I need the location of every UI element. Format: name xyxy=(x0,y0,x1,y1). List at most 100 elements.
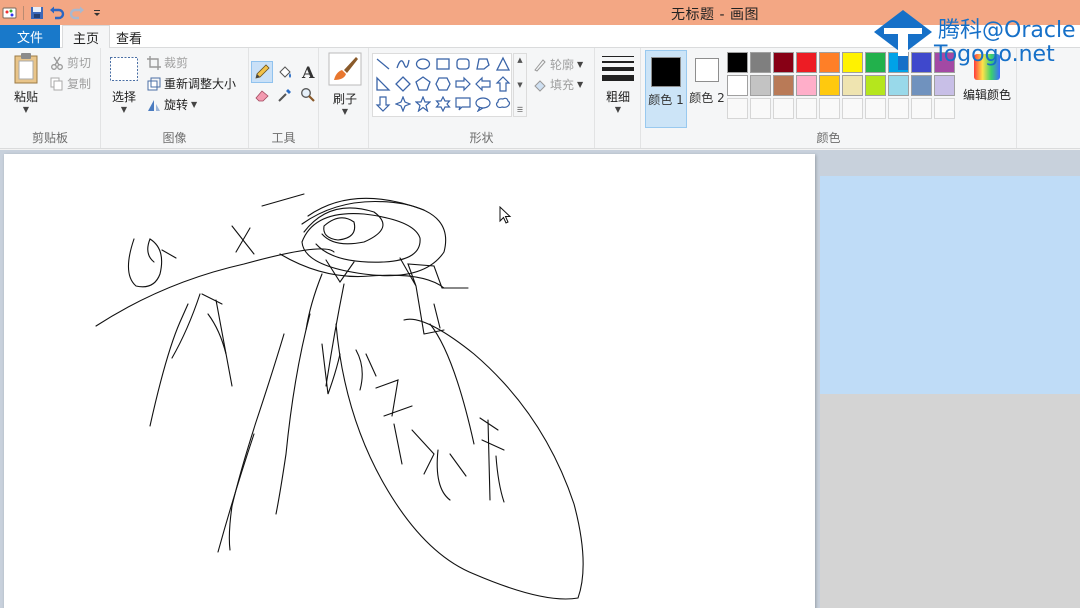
color2-button[interactable]: 颜色 2 xyxy=(686,50,728,106)
color1-button[interactable]: 颜色 1 xyxy=(645,50,687,128)
diamond-shape-icon[interactable] xyxy=(393,74,413,94)
brushes-group: 刷子 ▼ xyxy=(319,48,369,148)
palette-swatch[interactable] xyxy=(750,75,771,96)
palette-swatch[interactable] xyxy=(750,98,771,119)
edit-colors-label: 编辑颜色 xyxy=(962,88,1011,102)
tab-home[interactable]: 主页 xyxy=(62,25,111,49)
rectangle-shape-icon[interactable] xyxy=(433,54,453,74)
four-point-star-shape-icon[interactable] xyxy=(393,94,413,114)
shapes-scroll[interactable]: ▲ ▼ ☰ xyxy=(513,53,527,117)
workspace-highlight-area xyxy=(820,176,1080,394)
watermark-logo: 腾科@Oracle Togogo.net xyxy=(872,6,1077,74)
brushes-dropdown-icon[interactable]: ▼ xyxy=(342,107,348,116)
outline-dropdown-icon[interactable]: ▼ xyxy=(577,60,583,69)
cloud-callout-shape-icon[interactable] xyxy=(493,94,513,114)
polygon-shape-icon[interactable] xyxy=(473,54,493,74)
palette-swatch[interactable] xyxy=(796,75,817,96)
color1-swatch xyxy=(651,57,681,87)
fill-icon xyxy=(534,79,546,92)
eraser-icon[interactable] xyxy=(251,84,273,106)
oval-callout-shape-icon[interactable] xyxy=(473,94,493,114)
palette-swatch[interactable] xyxy=(819,75,840,96)
paste-button[interactable]: 粘贴 ▼ xyxy=(8,52,44,114)
fill-bucket-icon[interactable] xyxy=(274,61,296,83)
crop-button[interactable]: 裁剪 xyxy=(147,54,188,71)
size-button[interactable]: 粗细 ▼ xyxy=(599,54,637,114)
pencil-icon[interactable] xyxy=(251,61,273,83)
colors-group-label: 颜色 xyxy=(816,131,841,145)
paste-dropdown-icon[interactable]: ▼ xyxy=(23,105,29,114)
cut-button[interactable]: 剪切 xyxy=(50,54,91,71)
shapes-expand-icon[interactable]: ☰ xyxy=(517,106,523,114)
six-point-star-shape-icon[interactable] xyxy=(433,94,453,114)
palette-swatch[interactable] xyxy=(842,75,863,96)
resize-icon xyxy=(147,77,161,90)
palette-swatch[interactable] xyxy=(911,75,932,96)
palette-swatch[interactable] xyxy=(727,52,748,73)
copy-icon xyxy=(50,77,63,90)
palette-swatch[interactable] xyxy=(888,75,909,96)
freehand-sketch xyxy=(95,193,584,600)
palette-swatch[interactable] xyxy=(727,75,748,96)
palette-swatch[interactable] xyxy=(911,98,932,119)
right-triangle-shape-icon[interactable] xyxy=(373,74,393,94)
shapes-group-label: 形状 xyxy=(469,131,494,145)
select-dropdown-icon[interactable]: ▼ xyxy=(121,105,127,114)
palette-swatch[interactable] xyxy=(773,52,794,73)
tab-file[interactable]: 文件 xyxy=(0,25,60,48)
right-arrow-shape-icon[interactable] xyxy=(453,74,473,94)
palette-swatch[interactable] xyxy=(727,98,748,119)
curve-shape-icon[interactable] xyxy=(393,54,413,74)
palette-swatch[interactable] xyxy=(865,98,886,119)
left-arrow-shape-icon[interactable] xyxy=(473,74,493,94)
shapes-scroll-up-icon[interactable]: ▲ xyxy=(517,56,522,64)
tab-view[interactable]: 查看 xyxy=(106,25,152,49)
palette-swatch[interactable] xyxy=(934,75,955,96)
resize-button[interactable]: 重新调整大小 xyxy=(147,75,236,92)
palette-swatch[interactable] xyxy=(934,98,955,119)
palette-swatch[interactable] xyxy=(888,98,909,119)
outline-icon xyxy=(534,58,546,72)
line-shape-icon[interactable] xyxy=(373,54,393,74)
select-button[interactable]: 选择 ▼ xyxy=(107,56,141,114)
tools-group: A 工具 xyxy=(249,48,319,148)
palette-swatch[interactable] xyxy=(796,98,817,119)
palette-swatch[interactable] xyxy=(842,98,863,119)
scissors-icon xyxy=(51,56,63,70)
size-dropdown-icon[interactable]: ▼ xyxy=(615,105,621,114)
palette-swatch[interactable] xyxy=(865,75,886,96)
palette-swatch[interactable] xyxy=(796,52,817,73)
text-tool-icon[interactable]: A xyxy=(297,61,319,83)
fill-dropdown-icon[interactable]: ▼ xyxy=(577,80,583,89)
palette-swatch[interactable] xyxy=(773,98,794,119)
triangle-shape-icon[interactable] xyxy=(493,54,513,74)
palette-swatch[interactable] xyxy=(842,52,863,73)
workspace-background xyxy=(820,394,1080,608)
down-arrow-shape-icon[interactable] xyxy=(373,94,393,114)
rotate-button[interactable]: 旋转 ▼ xyxy=(147,96,197,113)
palette-swatch[interactable] xyxy=(819,98,840,119)
pentagon-shape-icon[interactable] xyxy=(413,74,433,94)
brush-icon xyxy=(328,52,362,86)
tools-grid: A xyxy=(251,61,319,106)
shapes-gallery[interactable] xyxy=(372,53,512,117)
up-arrow-shape-icon[interactable] xyxy=(493,74,513,94)
drawing-canvas[interactable] xyxy=(4,154,815,608)
image-group-label: 图像 xyxy=(162,131,187,145)
hexagon-shape-icon[interactable] xyxy=(433,74,453,94)
color-picker-icon[interactable] xyxy=(274,84,296,106)
five-point-star-shape-icon[interactable] xyxy=(413,94,433,114)
brushes-button[interactable]: 刷子 ▼ xyxy=(326,52,364,116)
rounded-rect-shape-icon[interactable] xyxy=(453,54,473,74)
rotate-dropdown-icon[interactable]: ▼ xyxy=(191,100,197,109)
palette-swatch[interactable] xyxy=(773,75,794,96)
fill-button[interactable]: 填充 ▼ xyxy=(533,76,583,93)
copy-button[interactable]: 复制 xyxy=(50,75,91,92)
shapes-scroll-down-icon[interactable]: ▼ xyxy=(517,81,522,89)
palette-swatch[interactable] xyxy=(750,52,771,73)
palette-swatch[interactable] xyxy=(819,52,840,73)
oval-shape-icon[interactable] xyxy=(413,54,433,74)
rect-callout-shape-icon[interactable] xyxy=(453,94,473,114)
magnifier-icon[interactable] xyxy=(297,84,319,106)
outline-button[interactable]: 轮廓 ▼ xyxy=(533,56,583,73)
